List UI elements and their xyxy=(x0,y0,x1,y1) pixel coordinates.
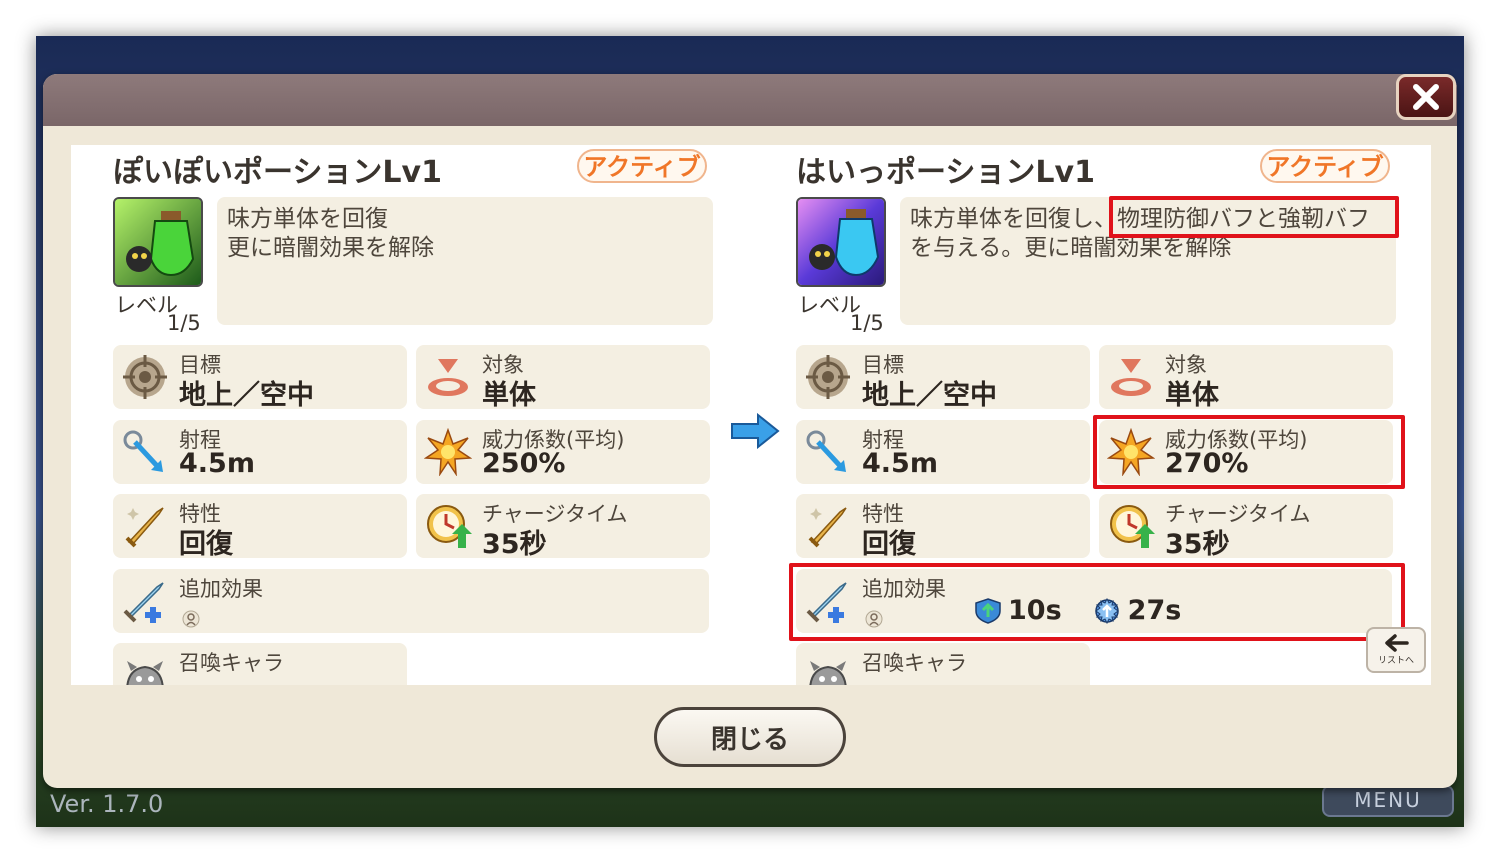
stat-value: 回復 xyxy=(179,529,233,560)
current-skill-panel: ぽいぽいポーションLv1 アクティブ レベル 1/5 味方単体を回復 更に暗闇効… xyxy=(111,145,731,685)
crosshair-icon xyxy=(802,351,854,403)
highlight-description-change xyxy=(1109,196,1399,238)
stat-target-type: 目標 地上／空中 xyxy=(796,345,1090,411)
clock-charge-icon xyxy=(422,500,474,552)
blue-potion-skill-icon xyxy=(796,197,886,287)
stat-value: 35秒 xyxy=(482,529,547,560)
back-to-list-button[interactable]: リストへ xyxy=(1366,627,1426,673)
level-value: 1/5 xyxy=(850,311,884,335)
stat-label: 追加効果 xyxy=(179,577,263,601)
stat-value: 地上／空中 xyxy=(862,380,997,411)
skill-description-box: 味方単体を回復 更に暗闇効果を解除 xyxy=(217,197,713,325)
stat-range: 射程 4.5m xyxy=(113,420,407,484)
summon-monster-icon xyxy=(802,649,854,685)
stat-summon: 召喚キャラ xyxy=(113,643,407,685)
description-line: を与える。更に暗闇効果を解除 xyxy=(910,235,1232,261)
description-line: 味方単体を回復 xyxy=(227,206,388,232)
stat-value: 4.5m xyxy=(862,448,938,479)
skill-type-badge: アクティブ xyxy=(577,149,707,183)
blind-cure-icon xyxy=(182,610,200,628)
upgrade-arrow-icon xyxy=(731,413,780,449)
version-label: Ver. 1.7.0 xyxy=(50,790,164,818)
green-potion-skill-icon xyxy=(113,197,203,287)
stat-range: 射程 4.5m xyxy=(796,420,1090,484)
stat-value: 単体 xyxy=(1165,380,1219,411)
close-x-button[interactable] xyxy=(1396,74,1456,120)
close-button[interactable]: 閉じる xyxy=(654,707,846,767)
stat-value: 地上／空中 xyxy=(179,380,314,411)
stat-value: 回復 xyxy=(862,529,916,560)
stat-extra-effect: 追加効果 xyxy=(113,569,709,633)
target-pad-icon xyxy=(1105,351,1157,403)
highlight-power-change xyxy=(1093,415,1405,489)
list-button-label: リストへ xyxy=(1377,656,1414,666)
target-pad-icon xyxy=(422,351,474,403)
stat-power: 威力係数(平均) 250% xyxy=(416,420,710,484)
stat-target-type: 目標 地上／空中 xyxy=(113,345,407,411)
back-arrow-icon xyxy=(1385,634,1409,652)
range-arrow-icon xyxy=(119,426,171,478)
stat-charge: チャージタイム 35秒 xyxy=(416,494,710,560)
crosshair-icon xyxy=(119,351,171,403)
highlight-extra-effect-change xyxy=(789,563,1405,641)
stat-trait: 特性 回復 xyxy=(113,494,407,560)
level-value: 1/5 xyxy=(167,311,201,335)
sword-trait-icon xyxy=(802,500,854,552)
skill-description: 味方単体を回復 更に暗闇効果を解除 xyxy=(227,205,434,263)
stat-label: 召喚キャラ xyxy=(179,651,284,675)
sword-plus-icon xyxy=(119,575,171,627)
skill-name: ぽいぽいポーションLv1 xyxy=(113,155,442,190)
summon-monster-icon xyxy=(119,649,171,685)
stat-label: 召喚キャラ xyxy=(862,651,967,675)
description-line: 更に暗闇効果を解除 xyxy=(227,235,434,261)
sword-trait-icon xyxy=(119,500,171,552)
stat-value: 単体 xyxy=(482,380,536,411)
clock-charge-icon xyxy=(1105,500,1157,552)
stat-value: 35秒 xyxy=(1165,529,1230,560)
range-arrow-icon xyxy=(802,426,854,478)
stat-trait: 特性 回復 xyxy=(796,494,1090,560)
close-icon xyxy=(1413,84,1439,110)
stat-target: 対象 単体 xyxy=(1099,345,1393,411)
menu-button[interactable]: MENU xyxy=(1322,785,1454,817)
stat-value: 250% xyxy=(482,448,566,479)
burst-icon xyxy=(422,426,474,478)
stat-charge: チャージタイム 35秒 xyxy=(1099,494,1393,560)
skill-name: はいっポーションLv1 xyxy=(796,155,1095,190)
description-plain: 味方単体を回復し、 xyxy=(910,206,1117,232)
stat-value: 4.5m xyxy=(179,448,255,479)
skill-type-badge: アクティブ xyxy=(1260,149,1390,183)
stat-target: 対象 単体 xyxy=(416,345,710,411)
dialog-header xyxy=(43,74,1457,126)
stat-summon: 召喚キャラ xyxy=(796,643,1090,685)
